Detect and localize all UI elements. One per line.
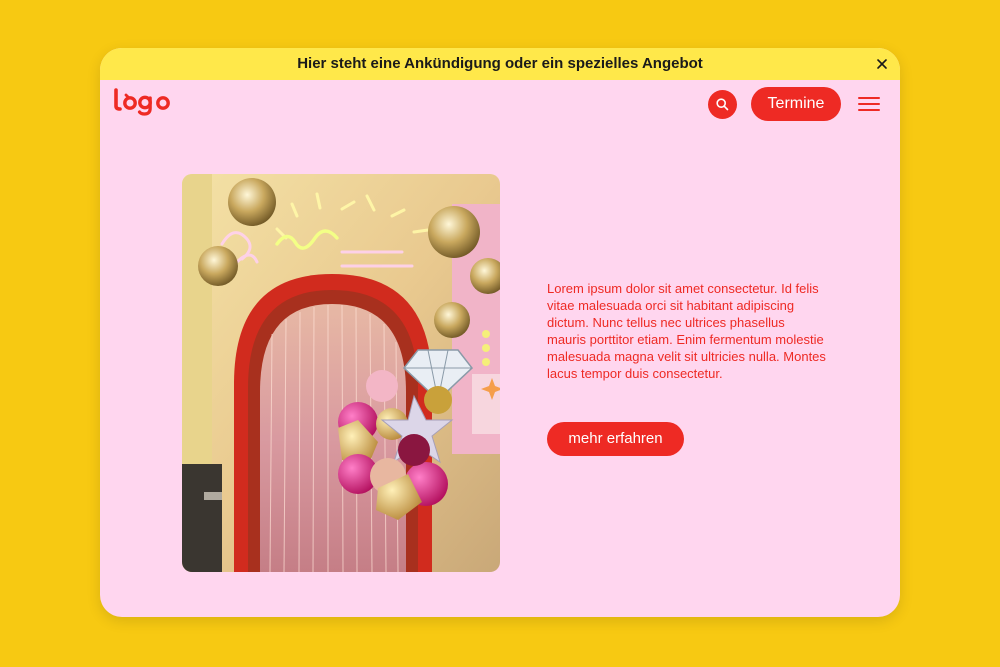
mehr-erfahren-button[interactable]: mehr erfahren bbox=[547, 422, 684, 456]
logo[interactable] bbox=[113, 86, 173, 123]
hero-image bbox=[182, 174, 500, 572]
body-text: Lorem ipsum dolor sit amet consectetur. … bbox=[547, 281, 826, 381]
termine-button[interactable]: Termine bbox=[751, 87, 841, 121]
announcement-text: Hier steht eine Ankündigung oder ein spe… bbox=[297, 55, 703, 72]
announcement-bar: Hier steht eine Ankündigung oder ein spe… bbox=[100, 48, 900, 80]
search-icon bbox=[716, 98, 729, 111]
page-card: Hier steht eine Ankündigung oder ein spe… bbox=[100, 48, 900, 617]
logo-wordmark bbox=[114, 88, 170, 116]
hamburger-menu-icon[interactable] bbox=[858, 94, 884, 114]
close-icon[interactable] bbox=[872, 54, 892, 74]
search-button[interactable] bbox=[708, 90, 737, 119]
